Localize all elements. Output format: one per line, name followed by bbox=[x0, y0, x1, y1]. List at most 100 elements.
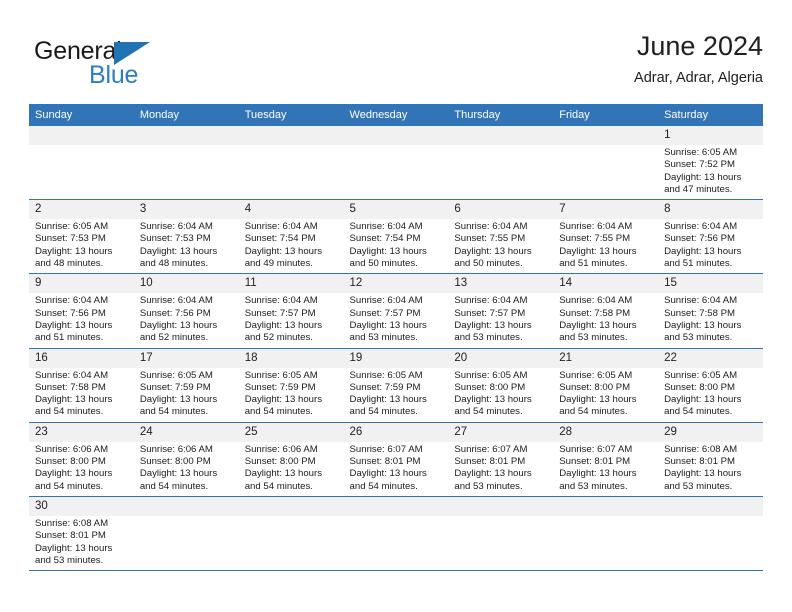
day-details: Sunrise: 6:08 AM Sunset: 8:01 PM Daylight:… bbox=[658, 442, 763, 496]
day-details: Sunrise: 6:06 AM Sunset: 8:00 PM Daylight:… bbox=[134, 442, 239, 496]
calendar-day-cell[interactable]: 29 Sunrise: 6:08 AM Sunset: 8:01 PM Dayligh… bbox=[658, 422, 763, 497]
calendar-day-cell[interactable]: 27 Sunrise: 6:07 AM Sunset: 8:01 PM Dayligh… bbox=[448, 422, 554, 497]
calendar-day-cell[interactable]: 22 Sunrise: 6:05 AM Sunset: 8:00 PM Dayligh… bbox=[658, 348, 763, 423]
sunrise-time: Sunrise: 6:04 AM bbox=[139, 295, 213, 307]
calendar-day-cell[interactable]: 8 Sunrise: 6:04 AM Sunset: 7:56 PM Daylight… bbox=[658, 199, 763, 275]
sunrise-time: Sunrise: 6:06 AM bbox=[244, 443, 318, 455]
logo-text-blue: Blue bbox=[89, 61, 139, 89]
sunrise-time: Sunrise: 6:05 AM bbox=[349, 369, 423, 381]
daylight-duration-line1: Daylight: 13 hours bbox=[35, 468, 113, 480]
calendar-day-cell-empty bbox=[448, 126, 554, 201]
calendar-day-cell[interactable]: 16 Sunrise: 6:04 AM Sunset: 7:58 PM Dayligh… bbox=[29, 348, 134, 423]
daylight-duration-line2: and 53 minutes. bbox=[454, 480, 523, 492]
day-number bbox=[343, 126, 449, 145]
calendar-day-cell[interactable]: 28 Sunrise: 6:07 AM Sunset: 8:01 PM Dayligh… bbox=[553, 422, 659, 497]
day-number bbox=[343, 496, 449, 516]
day-number bbox=[448, 126, 554, 145]
calendar-day-cell[interactable]: 30 Sunrise: 6:08 AM Sunset: 8:01 PM Dayligh… bbox=[29, 496, 134, 572]
calendar-day-cell[interactable]: 23 Sunrise: 6:06 AM Sunset: 8:00 PM Dayligh… bbox=[29, 422, 134, 497]
daylight-duration-line1: Daylight: 13 hours bbox=[664, 245, 742, 257]
weekday-header-saturday: Saturday bbox=[658, 104, 763, 126]
day-details: Sunrise: 6:05 AM Sunset: 8:00 PM Daylight:… bbox=[553, 368, 658, 422]
calendar-day-cell[interactable]: 5 Sunrise: 6:04 AM Sunset: 7:54 PM Daylight… bbox=[343, 199, 449, 275]
sunset-time: Sunset: 7:52 PM bbox=[664, 159, 735, 171]
calendar-header-row: Sunday Monday Tuesday Wednesday Thursday… bbox=[29, 104, 763, 126]
daylight-duration-line2: and 54 minutes. bbox=[244, 406, 313, 418]
day-details: Sunrise: 6:04 AM Sunset: 7:55 PM Daylight:… bbox=[448, 219, 553, 273]
sunrise-time: Sunrise: 6:04 AM bbox=[35, 369, 109, 381]
daylight-duration-line1: Daylight: 13 hours bbox=[35, 394, 113, 406]
day-number bbox=[553, 496, 659, 516]
calendar-day-cell[interactable]: 14 Sunrise: 6:04 AM Sunset: 7:58 PM Dayligh… bbox=[553, 273, 659, 349]
sunrise-time: Sunrise: 6:04 AM bbox=[35, 295, 109, 307]
daylight-duration-line1: Daylight: 13 hours bbox=[139, 394, 218, 406]
calendar-day-cell[interactable]: 21 Sunrise: 6:05 AM Sunset: 8:00 PM Dayligh… bbox=[553, 348, 659, 423]
daylight-duration-line2: and 50 minutes. bbox=[454, 258, 523, 270]
daylight-duration-line2: and 54 minutes. bbox=[559, 406, 628, 418]
daylight-duration-line1: Daylight: 13 hours bbox=[35, 245, 113, 257]
calendar-day-cell[interactable]: 9 Sunrise: 6:04 AM Sunset: 7:56 PM Daylight… bbox=[29, 273, 134, 349]
daylight-duration-line2: and 53 minutes. bbox=[559, 480, 628, 492]
day-number: 16 bbox=[29, 348, 134, 368]
day-details: Sunrise: 6:08 AM Sunset: 8:01 PM Daylight:… bbox=[29, 516, 134, 570]
sunset-time: Sunset: 8:00 PM bbox=[35, 456, 106, 468]
day-number: 15 bbox=[658, 274, 763, 294]
daylight-duration-line2: and 53 minutes. bbox=[349, 332, 418, 344]
day-number: 22 bbox=[658, 348, 763, 368]
day-details: Sunrise: 6:06 AM Sunset: 8:00 PM Daylight:… bbox=[239, 442, 344, 496]
sunset-time: Sunset: 7:57 PM bbox=[454, 307, 526, 319]
sunrise-time: Sunrise: 6:07 AM bbox=[559, 443, 633, 455]
day-number bbox=[553, 126, 659, 145]
calendar-day-cell[interactable]: 7 Sunrise: 6:04 AM Sunset: 7:55 PM Daylight… bbox=[553, 199, 659, 275]
calendar-day-cell[interactable]: 19 Sunrise: 6:05 AM Sunset: 7:59 PM Dayligh… bbox=[343, 348, 449, 423]
calendar-day-cell[interactable]: 6 Sunrise: 6:04 AM Sunset: 7:55 PM Daylight… bbox=[448, 199, 554, 275]
daylight-duration-line1: Daylight: 13 hours bbox=[559, 245, 637, 257]
daylight-duration-line2: and 53 minutes. bbox=[35, 554, 104, 566]
calendar-week-row: 16 Sunrise: 6:04 AM Sunset: 7:58 PM Dayligh… bbox=[29, 348, 763, 423]
calendar-day-cell-empty bbox=[238, 126, 344, 201]
day-number bbox=[133, 496, 239, 516]
sunset-time: Sunset: 7:55 PM bbox=[454, 233, 526, 245]
calendar-day-cell[interactable]: 15 Sunrise: 6:04 AM Sunset: 7:58 PM Dayligh… bbox=[658, 273, 763, 349]
calendar-day-cell[interactable]: 10 Sunrise: 6:04 AM Sunset: 7:56 PM Dayligh… bbox=[133, 273, 239, 349]
daylight-duration-line1: Daylight: 13 hours bbox=[454, 468, 532, 480]
day-details: Sunrise: 6:05 AM Sunset: 8:00 PM Daylight:… bbox=[448, 368, 553, 422]
daylight-duration-line2: and 54 minutes. bbox=[139, 406, 209, 418]
calendar-day-cell[interactable]: 13 Sunrise: 6:04 AM Sunset: 7:57 PM Dayligh… bbox=[448, 273, 554, 349]
calendar-day-cell[interactable]: 2 Sunrise: 6:05 AM Sunset: 7:53 PM Daylight… bbox=[29, 199, 134, 275]
sunrise-time: Sunrise: 6:04 AM bbox=[664, 221, 738, 233]
day-details: Sunrise: 6:07 AM Sunset: 8:01 PM Daylight:… bbox=[344, 442, 449, 496]
page-title: June 2024 bbox=[636, 31, 763, 61]
day-number: 21 bbox=[553, 348, 659, 368]
daylight-duration-line1: Daylight: 13 hours bbox=[139, 319, 218, 331]
sunset-time: Sunset: 7:59 PM bbox=[349, 381, 421, 393]
day-details: Sunrise: 6:05 AM Sunset: 7:53 PM Daylight:… bbox=[29, 219, 134, 273]
calendar-day-cell[interactable]: 20 Sunrise: 6:05 AM Sunset: 8:00 PM Dayligh… bbox=[448, 348, 554, 423]
calendar-day-cell[interactable]: 17 Sunrise: 6:05 AM Sunset: 7:59 PM Dayligh… bbox=[133, 348, 239, 423]
calendar-day-cell[interactable]: 11 Sunrise: 6:04 AM Sunset: 7:57 PM Dayligh… bbox=[238, 273, 344, 349]
calendar-day-cell[interactable]: 26 Sunrise: 6:07 AM Sunset: 8:01 PM Dayligh… bbox=[343, 422, 449, 497]
daylight-duration-line1: Daylight: 13 hours bbox=[35, 319, 113, 331]
calendar-day-cell-empty bbox=[553, 126, 659, 201]
calendar-day-cell[interactable]: 4 Sunrise: 6:04 AM Sunset: 7:54 PM Daylight… bbox=[238, 199, 344, 275]
calendar-day-cell[interactable]: 1 Sunrise: 6:05 AM Sunset: 7:52 PM Daylight… bbox=[658, 126, 763, 201]
daylight-duration-line2: and 54 minutes. bbox=[454, 406, 523, 418]
sunrise-time: Sunrise: 6:04 AM bbox=[664, 295, 738, 307]
calendar-day-cell[interactable]: 25 Sunrise: 6:06 AM Sunset: 8:00 PM Dayligh… bbox=[238, 422, 344, 497]
calendar-day-cell[interactable]: 12 Sunrise: 6:04 AM Sunset: 7:57 PM Dayligh… bbox=[343, 273, 449, 349]
general-blue-logo[interactable]: General Blue bbox=[34, 38, 254, 98]
day-details: Sunrise: 6:07 AM Sunset: 8:01 PM Daylight:… bbox=[448, 442, 553, 496]
calendar-day-cell[interactable]: 24 Sunrise: 6:06 AM Sunset: 8:00 PM Dayligh… bbox=[133, 422, 239, 497]
daylight-duration-line1: Daylight: 13 hours bbox=[559, 319, 637, 331]
sunrise-time: Sunrise: 6:04 AM bbox=[559, 295, 633, 307]
sunrise-time: Sunrise: 6:06 AM bbox=[139, 443, 213, 455]
day-details: Sunrise: 6:04 AM Sunset: 7:58 PM Daylight:… bbox=[553, 293, 658, 347]
sunset-time: Sunset: 8:01 PM bbox=[35, 530, 106, 542]
calendar-day-cell[interactable]: 3 Sunrise: 6:04 AM Sunset: 7:53 PM Daylight… bbox=[133, 199, 239, 275]
calendar-week-row: 2 Sunrise: 6:05 AM Sunset: 7:53 PM Daylight… bbox=[29, 199, 763, 275]
day-number bbox=[238, 496, 344, 516]
day-number: 7 bbox=[553, 200, 659, 220]
calendar-day-cell[interactable]: 18 Sunrise: 6:05 AM Sunset: 7:59 PM Dayligh… bbox=[238, 348, 344, 423]
day-details: Sunrise: 6:05 AM Sunset: 7:59 PM Daylight:… bbox=[344, 368, 449, 422]
weekday-header-thursday: Thursday bbox=[448, 104, 554, 126]
